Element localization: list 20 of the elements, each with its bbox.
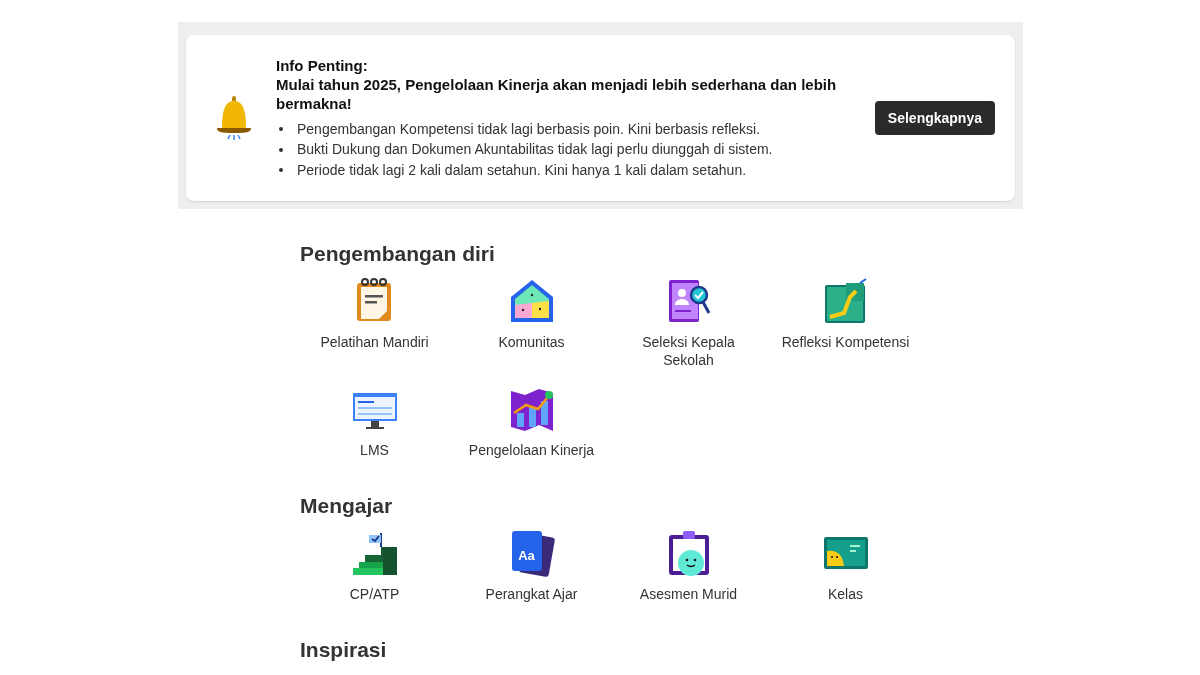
details-button[interactable]: Selengkapnya	[874, 101, 995, 135]
app-label[interactable]: Asesmen Murid	[639, 585, 738, 603]
app-label[interactable]: Perangkat Ajar	[485, 585, 578, 603]
app-label[interactable]: Seleksi Kepala Sekolah	[618, 333, 759, 369]
app-label[interactable]: Refleksi Kompetensi	[781, 333, 910, 351]
app-label[interactable]: LMS	[360, 441, 389, 459]
app-label[interactable]: Pelatihan Mandiri	[320, 333, 429, 351]
section-heading: Inspirasi	[300, 637, 388, 663]
bell-icon	[214, 94, 254, 142]
app-label[interactable]: Kelas	[828, 585, 863, 603]
app-label[interactable]: Komunitas	[498, 333, 565, 351]
info-point: Periode tidak lagi 2 kali dalam setahun. Kini hanya 1 kali dalam setahun.	[297, 160, 747, 180]
info-headline: Mulai tahun 2025, Pengelolaan Kinerja akan menjadi lebih sederhana dan lebih bermakna!	[276, 74, 838, 113]
info-point: Bukti Dukung dan Dokumen Akuntabilitas tidak lagi perlu diunggah di sistem.	[297, 140, 773, 160]
section-heading: Pengembangan diri	[300, 241, 496, 267]
app-label[interactable]: Pengelolaan Kinerja	[468, 441, 595, 459]
info-point: Pengembangan Kompetensi tidak lagi berbasis poin. Kini berbasis refleksi.	[297, 119, 761, 139]
app-label[interactable]: CP/ATP	[349, 585, 400, 603]
info-title: Info Penting:	[276, 55, 369, 75]
section-heading: Mengajar	[300, 493, 394, 519]
